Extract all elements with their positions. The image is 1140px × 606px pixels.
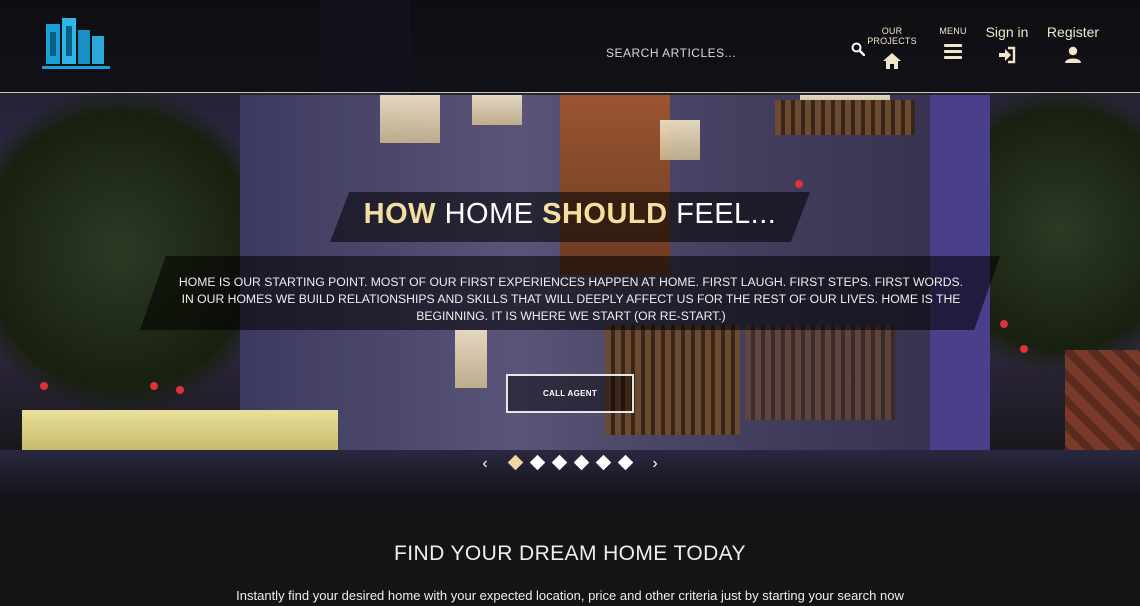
ground [0,450,1140,498]
nav-sign-in[interactable]: Sign in [982,24,1032,64]
nav-menu-label: MENU [939,26,967,36]
top-navbar: OUR PROJECTS MENU Sign in Register [0,0,1140,93]
window [472,95,522,125]
sign-in-icon [999,46,1016,64]
logo-icon[interactable] [40,14,112,72]
hero-subtext: HOME IS OUR STARTING POINT. MOST OF OUR … [178,275,964,323]
carousel-prev-arrow[interactable]: ‹ [478,455,492,473]
section-subtitle: Instantly find your desired home with yo… [236,588,904,603]
flower [40,382,48,390]
window [380,95,440,143]
hero-headline: HOW HOME SHOULD FEEL... [330,198,810,231]
building-brick [560,95,670,275]
headline-word-how: HOW [363,198,437,230]
headline-word-should: SHOULD [542,198,668,230]
tree-left [0,90,280,410]
menu-icon [944,44,962,59]
flower [1020,345,1028,353]
flower [795,180,803,188]
flower [150,382,158,390]
section-title: FIND YOUR DREAM HOME TODAY [394,542,746,565]
window [660,120,700,160]
call-agent-button[interactable]: CALL AGENT [506,374,634,413]
nav-our-projects[interactable]: OUR PROJECTS [860,26,924,70]
user-icon [1065,46,1081,63]
flower [176,386,184,394]
headline-word-feel: FEEL... [667,198,777,230]
slat-panel [775,100,915,135]
planter [22,410,338,454]
nav-our-projects-label: OUR PROJECTS [867,26,917,46]
nav-sign-in-label: Sign in [985,24,1029,40]
nav-register[interactable]: Register [1044,24,1102,64]
flower [1000,320,1008,328]
slat-panel [745,325,895,420]
home-icon [883,53,901,69]
nav-register-label: Register [1046,24,1100,40]
nav-menu[interactable]: MENU [936,26,970,60]
carousel-next-arrow[interactable]: › [648,455,662,473]
search-input[interactable] [604,40,878,66]
window [455,330,487,388]
headline-word-home: HOME [436,198,543,230]
